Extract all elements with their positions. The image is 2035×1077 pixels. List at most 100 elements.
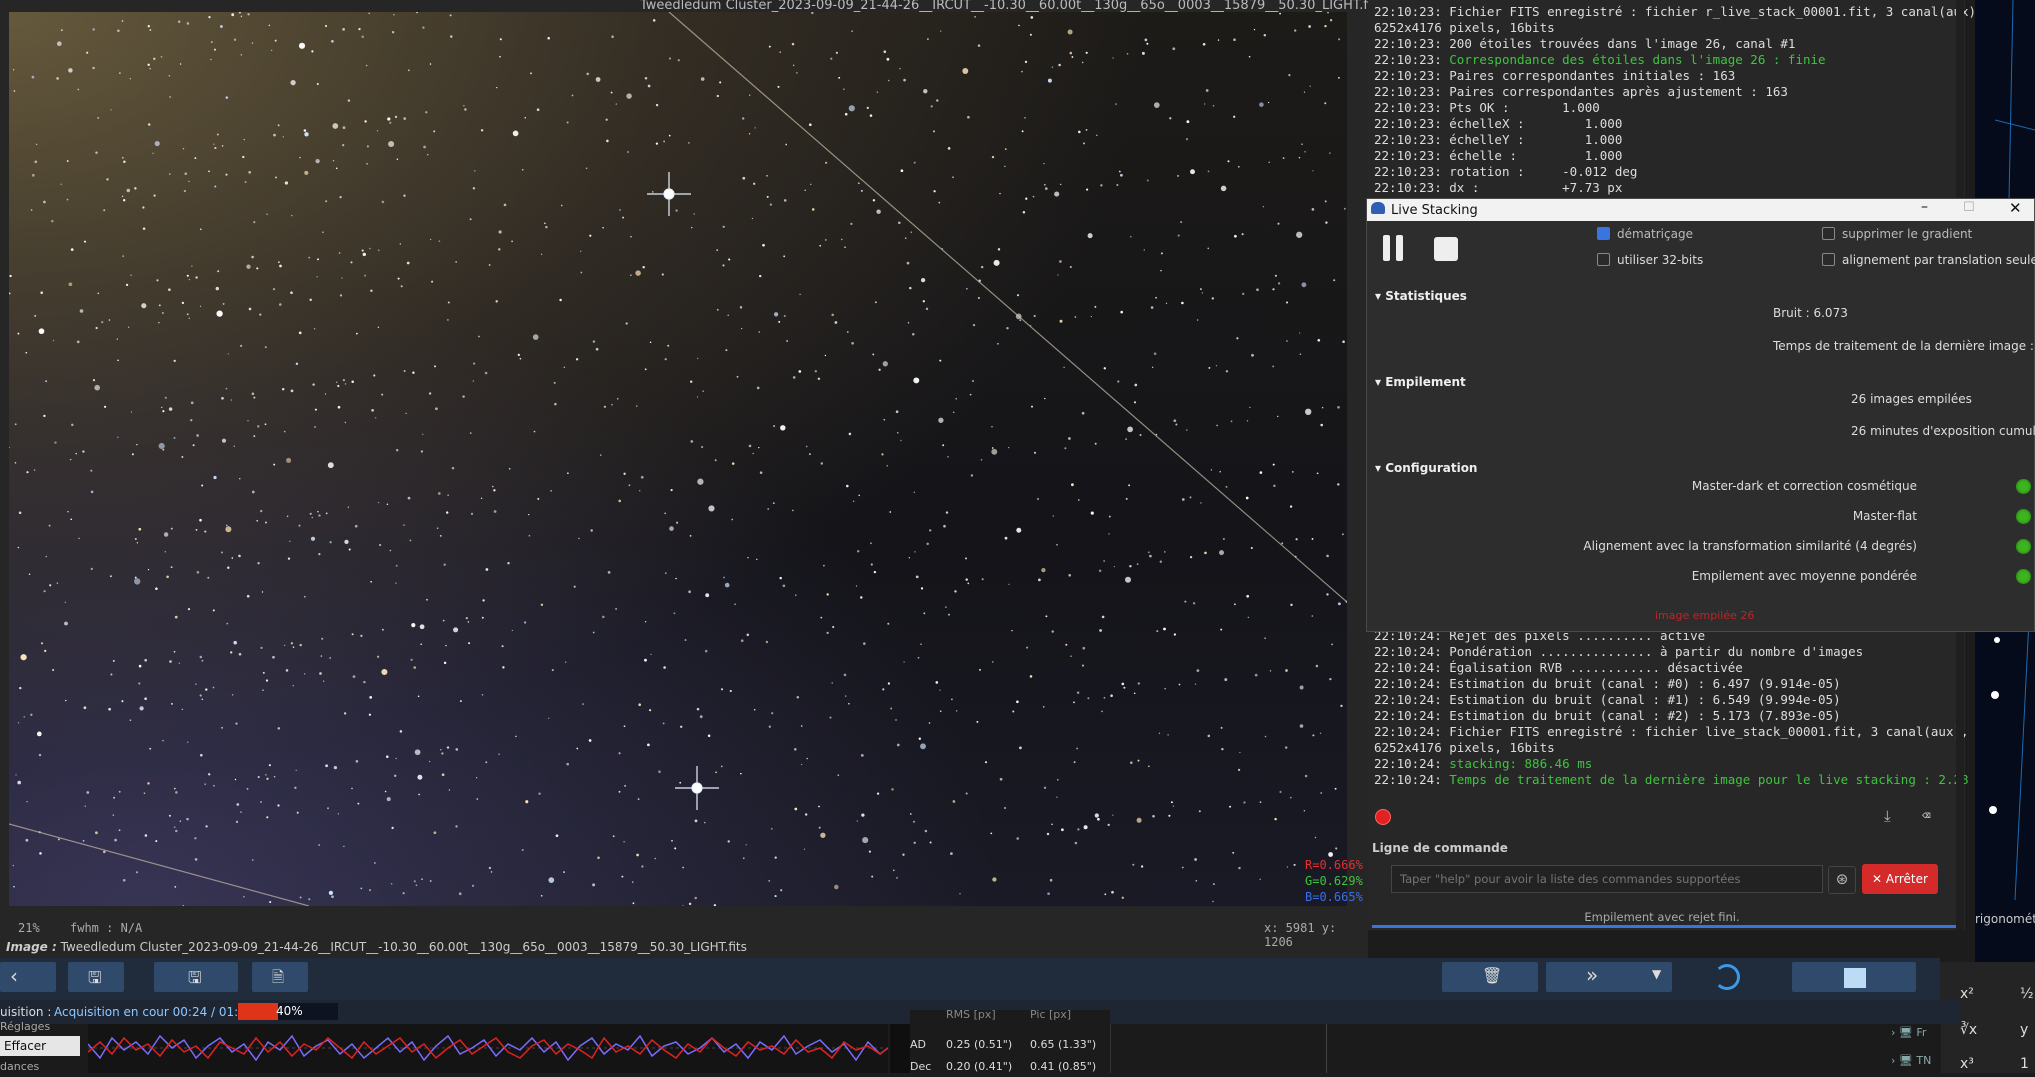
acquisition-progress: 40% bbox=[238, 1003, 338, 1020]
stop-icon: ✕ bbox=[1872, 872, 1886, 886]
clear-button[interactable]: Effacer bbox=[0, 1036, 80, 1056]
config-item-alignment: Alignement avec la transformation simila… bbox=[1583, 539, 1917, 553]
maximize-icon[interactable]: ☐ bbox=[1963, 200, 1975, 215]
guiding-graph[interactable] bbox=[87, 1024, 889, 1073]
console-top-line: 22:10:23: Paires correspondantes après a… bbox=[1374, 84, 1954, 100]
frame-button[interactable] bbox=[1792, 962, 1916, 992]
console-bottom-line: 22:10:24: stacking: 886.46 ms bbox=[1374, 756, 1954, 772]
log-message: Fichier FITS enregistré : fichier r_live… bbox=[1449, 4, 1984, 19]
log-message: Estimation du bruit (canal : #2) : 5.173… bbox=[1449, 708, 1841, 723]
save-button[interactable]: 🖫 bbox=[154, 962, 238, 992]
pause-icon-bar[interactable] bbox=[1396, 235, 1403, 261]
tree-item-icon[interactable]: › 🖥 Fr bbox=[1891, 1026, 1926, 1039]
bottom-left-panel: Réglages Effacer dances bbox=[0, 1020, 88, 1073]
graph-scrollbar[interactable] bbox=[890, 1024, 912, 1073]
dances-label: dances bbox=[0, 1060, 40, 1073]
viewer-file-title: Tweedledum Cluster_2023-09-09_21-44-26__… bbox=[640, 0, 1384, 13]
dialog-titlebar[interactable]: Live Stacking – ☐ ✕ bbox=[1367, 199, 2034, 221]
minimize-icon[interactable]: – bbox=[1921, 199, 1928, 215]
status-ok-icon bbox=[2016, 539, 2031, 554]
delete-button[interactable]: 🗑 bbox=[1442, 962, 1538, 992]
demosaic-checkbox[interactable] bbox=[1597, 227, 1610, 240]
log-timestamp: 22:10:23: bbox=[1374, 84, 1450, 99]
dec-peak: 0.41 (0.85") bbox=[1030, 1060, 1097, 1073]
dec-rms: 0.20 (0.41") bbox=[946, 1060, 1013, 1073]
command-input[interactable] bbox=[1391, 865, 1823, 893]
stacking-section[interactable]: ▾ Empilement bbox=[1375, 375, 1466, 389]
key-x-squared[interactable]: x² bbox=[1960, 986, 1974, 1002]
stats-header: Statistiques bbox=[1385, 289, 1467, 303]
remove-gradient-checkbox[interactable] bbox=[1822, 227, 1835, 240]
log-timestamp: 22:10:23: bbox=[1374, 180, 1450, 195]
log-message: Fichier FITS enregistré : fichier live_s… bbox=[1449, 724, 1969, 739]
console-bottom-line: 22:10:24: Égalisation RVB ............ d… bbox=[1374, 660, 1954, 676]
stop-stacking-icon[interactable] bbox=[1434, 237, 1458, 261]
double-chevron-icon: » bbox=[1586, 963, 1599, 987]
open-file-button[interactable]: 🖫 bbox=[68, 962, 124, 992]
ra-peak: 0.65 (1.33") bbox=[1030, 1038, 1097, 1051]
cursor-coords: x: 5981 y: 1206 bbox=[1264, 921, 1337, 949]
close-icon[interactable]: ✕ bbox=[2009, 199, 2022, 217]
guiding-stats-table: RMS [px] Pic [px] AD 0.25 (0.51") 0.65 (… bbox=[910, 1008, 1110, 1073]
image-viewer[interactable]: Tweedledum Cluster_2023-09-09_21-44-26__… bbox=[0, 0, 1383, 958]
collapse-arrow-icon: ▾ bbox=[1375, 289, 1386, 303]
key-cube-root[interactable]: ∛x bbox=[1960, 1022, 1977, 1038]
collapse-arrow-icon: ▾ bbox=[1375, 375, 1386, 389]
log-message: échelleY : 1.000 bbox=[1449, 132, 1623, 147]
console-top-line: 22:10:23: Pts OK : 1.000 bbox=[1374, 100, 1954, 116]
log-message: Pts OK : 1.000 bbox=[1449, 100, 1600, 115]
trig-label: rigonométr bbox=[1975, 912, 2035, 926]
zoom-level: 21% bbox=[18, 921, 40, 935]
console-top-line: 22:10:23: échelleY : 1.000 bbox=[1374, 132, 1954, 148]
translation-only-checkbox[interactable] bbox=[1822, 253, 1835, 266]
stacked-images-count: 26 images empilées bbox=[1851, 392, 1972, 406]
stop-button[interactable]: ✕ Arrêter bbox=[1862, 864, 1938, 894]
download-icon[interactable]: ⤓ bbox=[1884, 808, 1891, 824]
ra-rms: 0.25 (0.51") bbox=[946, 1038, 1013, 1051]
status-ok-icon bbox=[2016, 509, 2031, 524]
frame-icon bbox=[1844, 968, 1866, 988]
preview-button[interactable]: 🗎 bbox=[252, 962, 308, 992]
use32-checkbox[interactable] bbox=[1597, 253, 1610, 266]
processing-time: Temps de traitement de la dernière image… bbox=[1773, 339, 2035, 353]
config-section[interactable]: ▾ Configuration bbox=[1375, 461, 1477, 475]
config-header: Configuration bbox=[1385, 461, 1478, 475]
script-menu-icon[interactable]: ⊛ bbox=[1828, 866, 1856, 894]
config-item-stacking: Empilement avec moyenne pondérée bbox=[1691, 569, 1917, 583]
acquisition-label: uisition : bbox=[0, 1005, 52, 1019]
noise-value: Bruit : 6.073 bbox=[1773, 306, 1848, 320]
log-message: Correspondance des étoiles dans l'image … bbox=[1449, 52, 1826, 67]
log-timestamp: 22:10:23: bbox=[1374, 52, 1450, 67]
rms-header: RMS [px] bbox=[946, 1008, 996, 1021]
log-timestamp: 22:10:23: bbox=[1374, 100, 1450, 115]
app-icon bbox=[1371, 202, 1385, 214]
tree-item-icon-2[interactable]: › 🖥 TN bbox=[1891, 1054, 1931, 1067]
key-y[interactable]: y bbox=[2020, 1022, 2028, 1038]
settings-label[interactable]: Réglages bbox=[0, 1020, 50, 1033]
dialog-title: Live Stacking bbox=[1391, 203, 1478, 218]
image-path: Tweedledum Cluster_2023-09-09_21-44-26__… bbox=[60, 940, 747, 954]
stats-section[interactable]: ▾ Statistiques bbox=[1375, 289, 1467, 303]
bottom-toolbar: ‹ 🖫 🖫 🗎 🗑 » ▼ bbox=[0, 958, 1940, 1000]
console-bottom-line: 22:10:24: Estimation du bruit (canal : #… bbox=[1374, 692, 1954, 708]
clear-console-icon[interactable]: ⌫ bbox=[1922, 808, 1930, 824]
config-item-dark: Master-dark et correction cosmétique bbox=[1691, 479, 1917, 493]
console-top-line: 22:10:23: Fichier FITS enregistré : fich… bbox=[1374, 4, 1984, 20]
pause-icon[interactable] bbox=[1383, 235, 1390, 261]
key-x-cubed[interactable]: x³ bbox=[1960, 1056, 1974, 1072]
acquisition-progress-label: 40% bbox=[276, 1004, 303, 1018]
log-message: Paires correspondantes initiales : 163 bbox=[1449, 68, 1736, 83]
back-button[interactable]: ‹ bbox=[0, 962, 56, 992]
remove-gradient-label: supprimer le gradient bbox=[1842, 227, 1973, 241]
log-timestamp: 22:10:23: bbox=[1374, 116, 1450, 131]
log-timestamp: 22:10:24: bbox=[1374, 660, 1450, 675]
status-ok-icon bbox=[2016, 569, 2031, 584]
fast-forward-button[interactable]: » ▼ bbox=[1546, 962, 1672, 992]
key-one[interactable]: 1 bbox=[2020, 1056, 2029, 1072]
record-icon[interactable] bbox=[1375, 809, 1391, 825]
key-half[interactable]: ½ bbox=[2020, 986, 2034, 1002]
config-item-flat: Master-flat bbox=[1852, 509, 1917, 523]
image-label: Image : bbox=[6, 940, 57, 954]
file-search-icon: 🗎 bbox=[272, 968, 285, 986]
console-top-line: 22:10:23: Correspondance des étoiles dan… bbox=[1374, 52, 1954, 68]
